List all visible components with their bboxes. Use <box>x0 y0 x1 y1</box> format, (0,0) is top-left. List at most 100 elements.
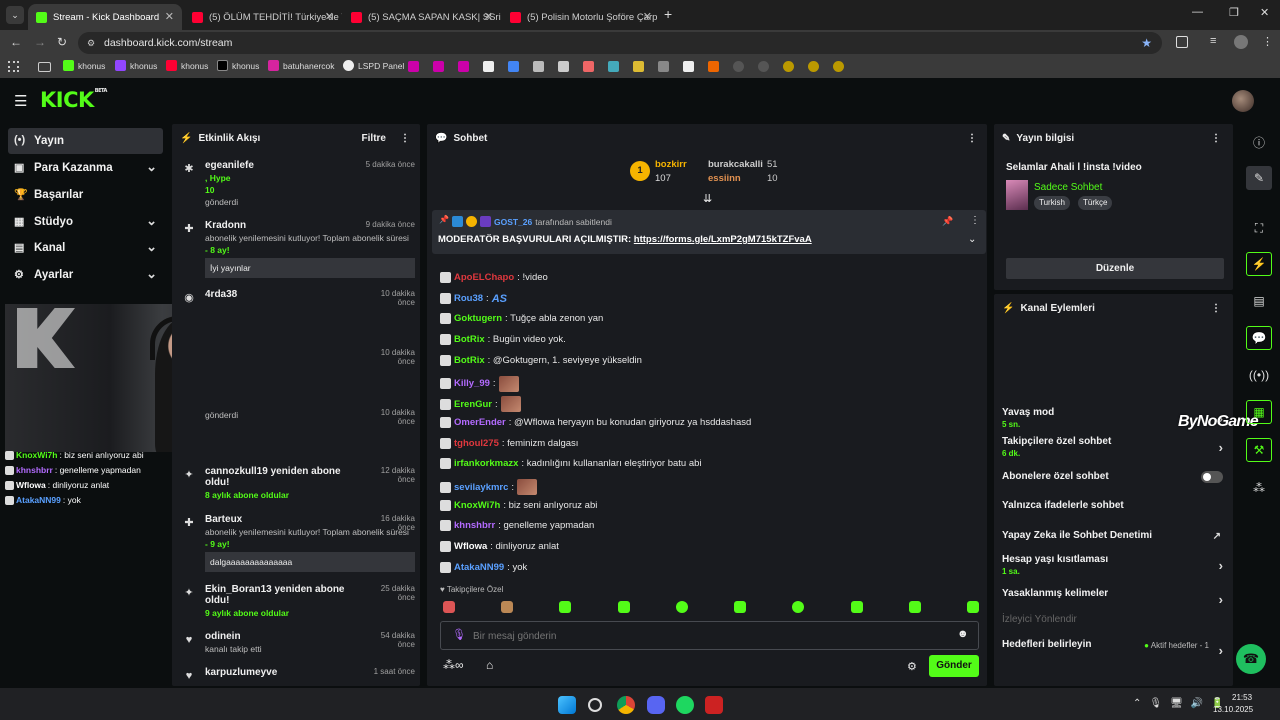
chat-message[interactable]: khnshbrr: genelleme yapmadan <box>440 520 594 532</box>
edit-button[interactable]: Düzenle <box>1006 258 1224 279</box>
send-button[interactable]: Gönder <box>929 655 979 677</box>
broadcast-icon[interactable]: ((•)) <box>1246 363 1272 387</box>
tab-youtube-3[interactable]: (5) Polisin Motorlu Şoföre Çarp ✕ <box>502 4 660 30</box>
chevron-down-icon[interactable]: ⌄ <box>968 234 976 245</box>
community-icon[interactable]: ⁂ <box>1246 476 1272 500</box>
scan-icon[interactable]: ⛶ <box>1246 216 1272 240</box>
reload-icon[interactable]: ↻ <box>57 35 67 49</box>
bookmark-icon[interactable] <box>683 61 694 72</box>
chat-message[interactable]: OmerEnder: @Wflowa heryayın bu konudan g… <box>440 416 751 428</box>
bookmark-icon[interactable] <box>808 61 819 72</box>
close-tab-icon[interactable]: ✕ <box>643 10 652 23</box>
bookmark-icon[interactable] <box>783 61 794 72</box>
bookmark-khonus-kick[interactable]: khonus <box>63 60 105 71</box>
chat-message[interactable]: tghoul275: feminizm dalgası <box>440 437 578 449</box>
chat-username[interactable]: KnoxWi7h <box>454 500 500 511</box>
points-icon[interactable]: ⁂∞ <box>443 658 464 672</box>
subscribers-only-toggle[interactable] <box>1201 471 1223 483</box>
emote-icon[interactable] <box>617 601 630 613</box>
chat-message[interactable]: Rou38: AS <box>440 293 507 305</box>
emote-icon[interactable] <box>966 601 979 613</box>
chat-username[interactable]: sevilaykmrc <box>454 482 508 493</box>
pinned-link[interactable]: https://forms.gle/LxmP2gM715kTZFvaA <box>634 234 812 245</box>
profile-avatar-icon[interactable] <box>1234 35 1248 49</box>
emote-icon[interactable] <box>850 601 863 613</box>
emote-icon[interactable] <box>792 601 805 613</box>
clock-date[interactable]: 13.10.2025 <box>1213 705 1253 714</box>
tools-icon[interactable]: ⚒ <box>1246 438 1272 462</box>
chat-username[interactable]: BotRix <box>454 334 485 345</box>
close-tab-icon[interactable]: ✕ <box>325 10 334 23</box>
store-icon[interactable]: ⌂ <box>486 658 493 672</box>
leader-second-name[interactable]: burakcakalli <box>708 159 763 170</box>
bookmark-icon[interactable] <box>733 61 744 72</box>
bookmark-icon[interactable] <box>583 61 594 72</box>
chat-username[interactable]: Killy_99 <box>454 378 490 389</box>
chat-message[interactable]: sevilaykmrc: <box>440 479 538 495</box>
leader-first-name[interactable]: bozkirr <box>655 159 687 170</box>
sidebar-item-trophy[interactable]: 🏆 Başarılar <box>8 182 163 208</box>
chevron-right-icon[interactable]: › <box>1219 440 1223 455</box>
chevron-down-icon[interactable]: ⌄ <box>146 239 157 255</box>
kebab-menu-icon[interactable]: ⋮ <box>400 133 410 144</box>
tag-turkish[interactable]: Turkish <box>1034 196 1070 210</box>
bookmark-icon[interactable] <box>508 61 519 72</box>
chat-username[interactable]: Rou38 <box>454 293 483 304</box>
chat-settings-icon[interactable]: ⚙ <box>907 660 917 673</box>
chat-message[interactable]: irfankorkmazx: kadınlığını kullananları … <box>440 458 702 470</box>
chat-input-box[interactable]: 🎙 ☻ <box>440 621 979 650</box>
unpin-icon[interactable]: 📌 <box>942 216 953 227</box>
activity-username[interactable]: Kradonn <box>205 220 365 231</box>
emote-icon[interactable] <box>559 601 572 613</box>
bookmark-khonus-twitch[interactable]: khonus <box>115 60 157 71</box>
activity-username[interactable]: odinein <box>205 631 365 642</box>
chat-message[interactable]: KnoxWi7h: biz seni anlıyoruz abi <box>440 499 597 511</box>
user-avatar[interactable] <box>1232 90 1254 112</box>
kebab-menu-icon[interactable]: ⋮ <box>1211 133 1221 144</box>
activity-username[interactable]: Barteux <box>205 514 365 525</box>
emote-icon[interactable] <box>443 601 455 613</box>
chevron-down-icon[interactable]: ⌄ <box>146 266 157 282</box>
channel-action-row[interactable]: Hedefleri belirleyin ● Aktif hedefler - 1… <box>1002 639 1227 658</box>
chat-username[interactable]: BotRix <box>454 355 485 366</box>
bookmark-icon[interactable] <box>533 61 544 72</box>
emote-icon[interactable] <box>734 601 747 613</box>
windows-start-icon[interactable] <box>558 696 576 714</box>
edit-stream-icon[interactable]: ✎ <box>1246 166 1272 190</box>
bookmark-icon[interactable] <box>633 61 644 72</box>
tab-kick-dashboard[interactable]: Stream - Kick Dashboard ✕ <box>28 4 182 30</box>
sidebar-item-settings[interactable]: ⚙ Ayarlar ⌄ <box>8 262 163 288</box>
activity-username[interactable]: karpuzlumeyve <box>205 667 365 678</box>
bookmark-icon[interactable] <box>408 61 419 72</box>
url-input[interactable]: ⚙ dashboard.kick.com/stream ★ <box>78 32 1162 54</box>
layout-icon[interactable]: ▦ <box>1246 400 1272 424</box>
chat-username[interactable]: AtakaNN99 <box>454 562 504 573</box>
chat-message[interactable]: BotRix: Bugün video yok. <box>440 334 566 346</box>
tag-turkce[interactable]: Türkçe <box>1078 196 1113 210</box>
emote-icon[interactable] <box>675 601 688 613</box>
channel-action-row[interactable]: Hesap yaşı kısıtlaması 1 sa. › <box>1002 554 1227 576</box>
chat-username[interactable]: Wflowa <box>454 541 487 552</box>
new-tab-icon[interactable]: + <box>664 6 672 22</box>
chevron-right-icon[interactable]: › <box>1219 592 1223 607</box>
chat-message[interactable]: ErenGur: <box>440 396 521 413</box>
search-icon[interactable] <box>588 698 602 712</box>
support-chat-icon[interactable]: ☎ <box>1236 644 1266 674</box>
channel-action-row[interactable]: Takipçilere özel sohbet 6 dk. › <box>1002 436 1227 458</box>
activity-username[interactable]: 4rda38 <box>205 289 365 300</box>
info-icon[interactable]: ⓘ <box>1246 130 1272 154</box>
minimize-icon[interactable]: — <box>1192 6 1203 18</box>
site-info-icon[interactable]: ⚙ <box>87 32 95 54</box>
bookmark-icon[interactable] <box>608 61 619 72</box>
clock-time[interactable]: 21:53 <box>1232 693 1252 702</box>
chat-icon[interactable]: 💬 <box>1246 326 1272 350</box>
chat-username[interactable]: OmerEnder <box>454 417 506 428</box>
bookmark-icon[interactable] <box>558 61 569 72</box>
tab-search-icon[interactable]: ⌄ <box>6 6 24 24</box>
tab-youtube-2[interactable]: (5) SAÇMA SAPAN KASK| SSride ✕ <box>343 4 501 30</box>
channel-action-row[interactable]: Abonelere özel sohbet <box>1002 471 1227 483</box>
chat-username[interactable]: Goktugern <box>454 313 502 324</box>
activity-username[interactable]: egeanilefe <box>205 160 365 171</box>
bookmark-icon[interactable] <box>758 61 769 72</box>
app-icon[interactable] <box>705 696 723 714</box>
